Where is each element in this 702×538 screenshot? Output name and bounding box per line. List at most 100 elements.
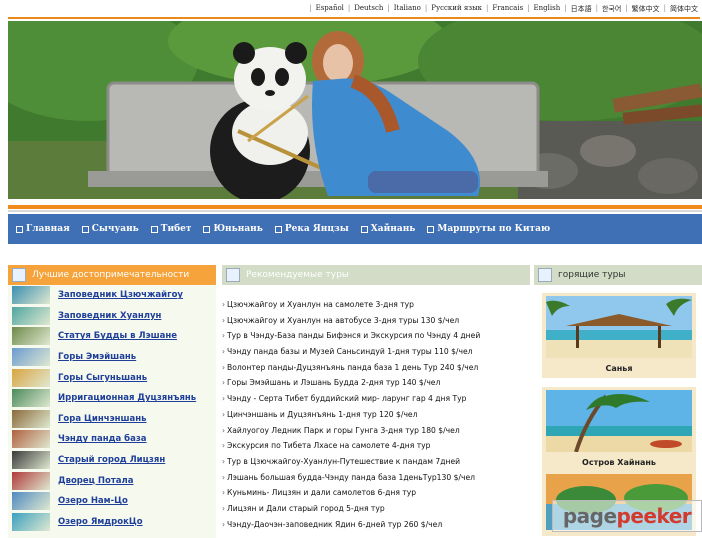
- arrow-icon: ›: [222, 300, 226, 309]
- nav-item-yunnan[interactable]: Юньнань: [203, 224, 263, 234]
- attraction-link[interactable]: Дворец Потала: [58, 476, 133, 486]
- attraction-link[interactable]: Озеро Нам-Цо: [58, 496, 128, 506]
- attraction-link[interactable]: Заповедник Цзючжайгоу: [58, 290, 183, 300]
- separator: |: [527, 4, 530, 12]
- nav-bullet-icon: [203, 225, 211, 233]
- attraction-link[interactable]: Статуя Будды в Лэшане: [58, 331, 177, 341]
- tour-link[interactable]: › Экскурсия по Тибета Лхасе на самолете 4…: [222, 438, 530, 454]
- tour-link[interactable]: › Куньминь- Лицзян и дали самолетов 6-дня…: [222, 485, 530, 501]
- attraction-link[interactable]: Горы Сыгуньшань: [58, 373, 147, 383]
- tour-label: Тур в Цзючжайгоу-Хуанлун-Путешествие к п…: [227, 456, 461, 466]
- lang-link-ru[interactable]: Русский язык: [431, 4, 482, 14]
- attraction-thumbnail[interactable]: [12, 409, 50, 428]
- arrow-icon: ›: [222, 472, 226, 482]
- lang-link-ko[interactable]: 한국어: [602, 4, 621, 14]
- tour-link[interactable]: › Волонтер панды-Дуцзянъянь панда база 1 …: [222, 360, 530, 376]
- hot-tour-card-hainan[interactable]: Остров Хайнань: [542, 387, 696, 472]
- nav-label: Река Янцзы: [284, 224, 349, 234]
- attraction-thumbnail[interactable]: [12, 389, 50, 408]
- tour-link[interactable]: › Цзючжайгоу и Хуанлун на самолете 3-дня …: [222, 297, 530, 313]
- attraction-link[interactable]: Старый город Лицзян: [58, 455, 165, 465]
- tour-label: Экскурсия по Тибета Лхасе на самолете 4-…: [227, 441, 431, 451]
- tour-link[interactable]: › Цзючжайгоу и Хуанлун на автобусе 3-дня …: [222, 313, 530, 329]
- hot-tours-title: горящие туры: [558, 270, 626, 280]
- attraction-thumbnail[interactable]: [12, 492, 50, 511]
- tour-label: Куньминь- Лицзян и дали самолетов 6-дня …: [227, 488, 417, 498]
- attraction-thumbnail[interactable]: [12, 451, 50, 470]
- lang-link-it[interactable]: Italiano: [394, 4, 421, 14]
- watermark-text-a: page: [562, 504, 617, 528]
- attraction-thumbnail[interactable]: [12, 306, 50, 325]
- attraction-link[interactable]: Чэнду панда база: [58, 434, 147, 444]
- lang-link-zh-tw[interactable]: 繁体中文: [632, 4, 660, 14]
- list-item: Горы Сыгуньшань: [8, 367, 216, 388]
- nav-bullet-icon: [427, 225, 435, 233]
- tour-link[interactable]: › Хайлуогоу Ледник Парк и горы Гунга 3-дн…: [222, 423, 530, 439]
- arrow-icon: ›: [222, 503, 226, 513]
- nav-item-tibet[interactable]: Тибет: [150, 224, 191, 234]
- nav-label: Сычуань: [91, 224, 139, 234]
- nav-item-home[interactable]: Главная: [16, 224, 70, 234]
- attraction-thumbnail[interactable]: [12, 327, 50, 346]
- tour-link[interactable]: › Горы Эмэйшань и Лэшань Будда 2-дня тур …: [222, 375, 530, 391]
- nav-label: Хайнань: [370, 224, 416, 234]
- arrow-icon: ›: [222, 409, 226, 419]
- tour-label: Цзючжайгоу и Хуанлун на самолете 3-дня т…: [227, 300, 414, 309]
- list-item: Заповедник Цзючжайгоу: [8, 285, 216, 306]
- attraction-thumbnail[interactable]: [12, 368, 50, 387]
- top-attractions-title: Лучшие достопримечательности: [32, 270, 190, 280]
- lang-link-zh-cn[interactable]: 简体中文: [670, 4, 698, 14]
- nav-item-yangtze[interactable]: Река Янцзы: [274, 224, 349, 234]
- map-icon: [226, 268, 240, 282]
- list-item: Заповедник Хуанлун: [8, 306, 216, 327]
- hot-tour-caption: Санья: [605, 364, 633, 373]
- separator: |: [309, 4, 312, 12]
- attraction-link[interactable]: Заповедник Хуанлун: [58, 311, 161, 321]
- watermark-text-b: peeker: [616, 504, 692, 528]
- tour-link[interactable]: › Чэнду-Даочэн-заповедник Ядин 6-дней тур…: [222, 517, 530, 533]
- tour-link[interactable]: › Лицзян и Дали старый город 5-дня тур: [222, 501, 530, 517]
- attraction-link[interactable]: Гора Цинчэншань: [58, 414, 147, 424]
- lang-link-fr[interactable]: Francais: [492, 4, 523, 14]
- attraction-thumbnail[interactable]: [12, 286, 50, 305]
- tour-label: Горы Эмэйшань и Лэшань Будда 2-дня тур 1…: [227, 378, 441, 388]
- landmark-icon: [12, 268, 26, 282]
- attraction-thumbnail[interactable]: [12, 348, 50, 367]
- separator: |: [595, 4, 598, 12]
- tour-link[interactable]: › Лэшань большая будда-Чэнду панда база 1…: [222, 470, 530, 486]
- language-list: | Español | Deutsch | Italiano | Русский…: [309, 4, 698, 14]
- tour-link[interactable]: › Тур в Цзючжайгоу-Хуанлун-Путешествие к …: [222, 454, 530, 470]
- hot-tours-header: горящие туры: [534, 265, 702, 285]
- separator: |: [424, 4, 428, 12]
- tour-link[interactable]: › Цинчэншань и Дуцзянъянь 1-дня тур 120 $…: [222, 407, 530, 423]
- tour-label: Тур в Чэнду-База панды Бифэнся и Экскурс…: [227, 331, 481, 341]
- hot-tour-card-sanya[interactable]: Санья: [542, 293, 696, 378]
- main-navigation: Главная Сычуань Тибет Юньнань Река Янцзы…: [8, 205, 702, 245]
- attraction-link[interactable]: Горы Эмэйшань: [58, 352, 136, 362]
- banner-photo: [8, 21, 702, 199]
- attraction-thumbnail[interactable]: [12, 512, 50, 531]
- top-attractions-panel: Лучшие достопримечательности Заповедник …: [8, 265, 216, 538]
- nav-item-hainan[interactable]: Хайнань: [360, 224, 416, 234]
- lang-link-de[interactable]: Deutsch: [354, 4, 383, 14]
- tour-label: Волонтер панды-Дуцзянъянь панда база 1 д…: [227, 362, 479, 372]
- nav-label: Маршруты по Китаю: [437, 224, 551, 234]
- nav-bullet-icon: [16, 225, 23, 233]
- tour-link[interactable]: › Чэнду - Серта Тибет буддийский мир- лар…: [222, 391, 530, 407]
- attraction-link[interactable]: Ирригационная Дуцзянъянь: [58, 393, 196, 403]
- list-item: Озеро ЯмдрокЦо: [8, 512, 216, 533]
- tour-link[interactable]: › Тур в Чэнду-База панды Бифэнся и Экскур…: [222, 328, 530, 344]
- attraction-link[interactable]: Озеро ЯмдрокЦо: [58, 517, 143, 527]
- nav-item-sichuan[interactable]: Сычуань: [81, 224, 139, 234]
- nav-stripe-orange: [8, 205, 702, 209]
- list-item: Горы Эмэйшань: [8, 347, 216, 368]
- nav-item-china-routes[interactable]: Маршруты по Китаю: [427, 224, 550, 234]
- lang-link-en[interactable]: English: [534, 4, 561, 14]
- tour-link[interactable]: › Чэнду панда базы и Музей Саньсиндуй 1-д…: [222, 344, 530, 360]
- lang-link-ja[interactable]: 日本語: [571, 4, 592, 14]
- lang-link-es[interactable]: Español: [316, 4, 344, 14]
- nav-bullet-icon: [81, 225, 89, 233]
- list-item: Статуя Будды в Лэшане: [8, 326, 216, 347]
- attraction-thumbnail[interactable]: [12, 430, 50, 449]
- attraction-thumbnail[interactable]: [12, 471, 50, 490]
